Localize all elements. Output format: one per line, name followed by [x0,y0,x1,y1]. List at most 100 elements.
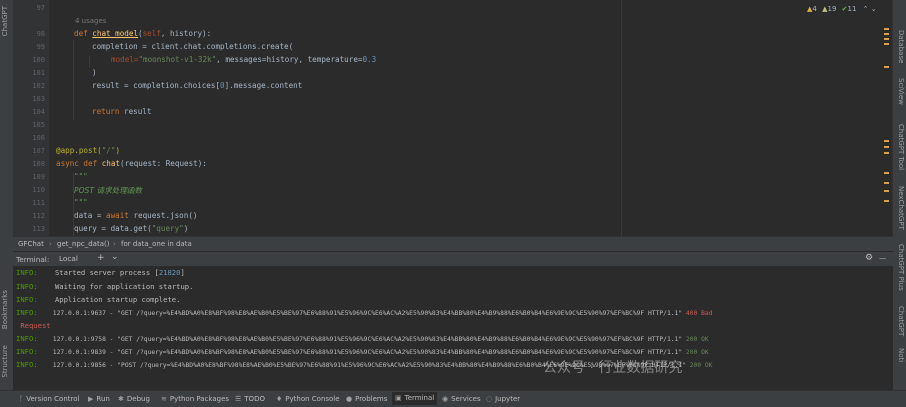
tool-window-bar: ᚴ Version Control ▶ Run ✱ Debug ≋ Python Pac… [0,390,906,407]
toolbar-label: Terminal [404,394,435,402]
function-name: chat [101,159,121,168]
line-number: 107 [32,147,45,155]
right-tab-chatgpt-tool[interactable]: ChatGPT Tool [897,124,905,170]
chevron-down-icon[interactable]: ⌄ [111,252,119,262]
code-token: return [92,107,125,116]
code-token: ) [115,146,121,155]
log-text: ] [180,268,185,277]
log-text: 127.0.0.1:9839 - "GET /?query=%E4%BD%A0%… [37,349,686,356]
code-line-99: completion = client.chat.completions.cre… [92,42,294,51]
inspection-widget[interactable]: ▲4 ▲19 ✔11 ⌃ ⌄ [807,5,877,13]
log-text: Application startup complete. [37,295,181,304]
code-line-101: ) [92,68,97,77]
line-number: 108 [32,160,45,168]
line-number: 111 [32,199,45,207]
terminal-button[interactable]: ▣ Terminal [392,392,438,405]
code-line-100: model="moonshot-v1-32k", messages=histor… [111,55,376,64]
right-tab-noti[interactable]: Noti [897,348,905,362]
line-number: 98 [36,30,45,38]
line-number: 102 [32,82,45,90]
toolbar-label: Run [96,395,110,403]
toolbar-label: TODO [244,395,265,403]
log-level: INFO: [16,295,38,304]
line-number: 99 [36,43,45,51]
usages-hint[interactable]: 4 usages [75,17,106,25]
warning-circle-icon: ● [346,395,353,403]
breadcrumb-separator: › [49,240,52,248]
right-margin-guide [621,0,622,236]
left-tool-strip: ChatGPT Bookmarks Structure [0,0,14,390]
line-number: 106 [32,134,45,142]
code-token: request.json() [133,211,198,220]
python-packages-button[interactable]: ≋ Python Packages [161,395,229,403]
breadcrumb: GFChat › get_npc_data() › for data_one i… [13,236,893,251]
terminal-line: INFO: 127.0.0.1:9637 - "GET /?query=%E4%… [16,308,712,317]
code-token: async def [56,159,102,168]
chevron-up-icon[interactable]: ⌃ [863,5,869,13]
jupyter-icon: ◌ [486,395,493,403]
log-level: INFO: [16,334,38,343]
todo-button[interactable]: ☰ TODO [235,395,265,403]
version-control-button[interactable]: ᚴ Version Control [19,395,79,403]
log-text: Waiting for application startup. [37,282,194,291]
code-token: ].message.content [224,81,303,90]
debug-button[interactable]: ✱ Debug [118,395,150,403]
line-number: 109 [32,173,45,181]
run-button[interactable]: ▶ Run [88,395,110,403]
python-console-button[interactable]: ♦ Python Console [276,395,340,403]
toolbar-label: Problems [355,395,388,403]
code-token: data = [74,211,107,220]
code-number: 0.3 [362,55,377,64]
code-line-112: data = await request.json() [74,211,197,220]
code-token: , history): [160,29,212,38]
right-tool-strip: Database SciView ChatGPT Tool NexChatGPT… [892,0,906,390]
line-number: 101 [32,69,45,77]
line-number: 113 [32,225,45,233]
error-stripe[interactable] [884,22,890,232]
breadcrumb-item[interactable]: for data_one in data [121,240,192,248]
status-200: 200 OK [685,336,709,343]
right-tab-sciview[interactable]: SciView [897,78,905,105]
right-tab-chatgpt-plus[interactable]: ChatGPT Plus [897,244,905,291]
breadcrumb-item[interactable]: get_npc_data() [57,240,109,248]
log-text: Started server process [ [37,268,159,277]
code-line-111: """ [74,198,88,207]
left-tab-chatgpt[interactable]: ChatGPT [1,6,9,36]
services-icon: ◉ [442,395,449,403]
log-level: INFO: [16,347,38,356]
jupyter-button[interactable]: ◌ Jupyter [486,395,520,403]
minimize-button[interactable]: — [879,254,886,263]
log-text: 127.0.0.1:9758 - "GET /?query=%E4%BD%A0%… [37,336,686,343]
toolbar-label: Debug [126,395,150,403]
right-tab-nexchatgpt[interactable]: NexChatGPT [897,186,905,230]
terminal-output[interactable]: INFO: Started server process [21820] INF… [13,266,893,390]
code-token: ) [183,224,189,233]
log-level: INFO: [16,282,38,291]
breadcrumb-item[interactable]: GFChat [18,240,44,248]
problems-button[interactable]: ● Problems [346,395,387,403]
line-number: 97 [36,4,45,12]
left-tab-bookmarks[interactable]: Bookmarks [1,290,9,329]
code-line-110: POST 请求处理函数 [74,186,142,195]
services-button[interactable]: ◉ Services [442,395,481,403]
right-tab-database[interactable]: Database [897,30,905,63]
code-line-108: async def chat(request: Request): [56,159,207,168]
right-tab-chatgpt[interactable]: ChatGPT [897,306,905,336]
code-token: result = completion.choices[ [92,81,221,90]
toolbar-label: Version Control [26,395,80,403]
line-number: 100 [32,56,45,64]
decorator: @app.post( [56,146,102,155]
gear-icon[interactable]: ⚙ [865,253,873,263]
left-tab-structure[interactable]: Structure [1,345,9,378]
code-line-109: """ [74,172,88,181]
code-token: , messages=history, temperature= [216,55,363,64]
line-number-gutter[interactable]: 97 98 99 100 101 102 103 104 105 106 107… [13,0,49,236]
terminal-line: INFO: Waiting for application startup. [16,282,193,291]
ok-count: 11 [847,5,857,13]
status-200: 200 OK [685,349,709,356]
line-number: 112 [32,212,45,220]
add-tab-button[interactable]: + [97,253,105,263]
chevron-down-icon[interactable]: ⌄ [871,5,877,13]
status-200: 200 OK [689,362,713,369]
code-line-102: result = completion.choices[0].message.c… [92,81,302,90]
